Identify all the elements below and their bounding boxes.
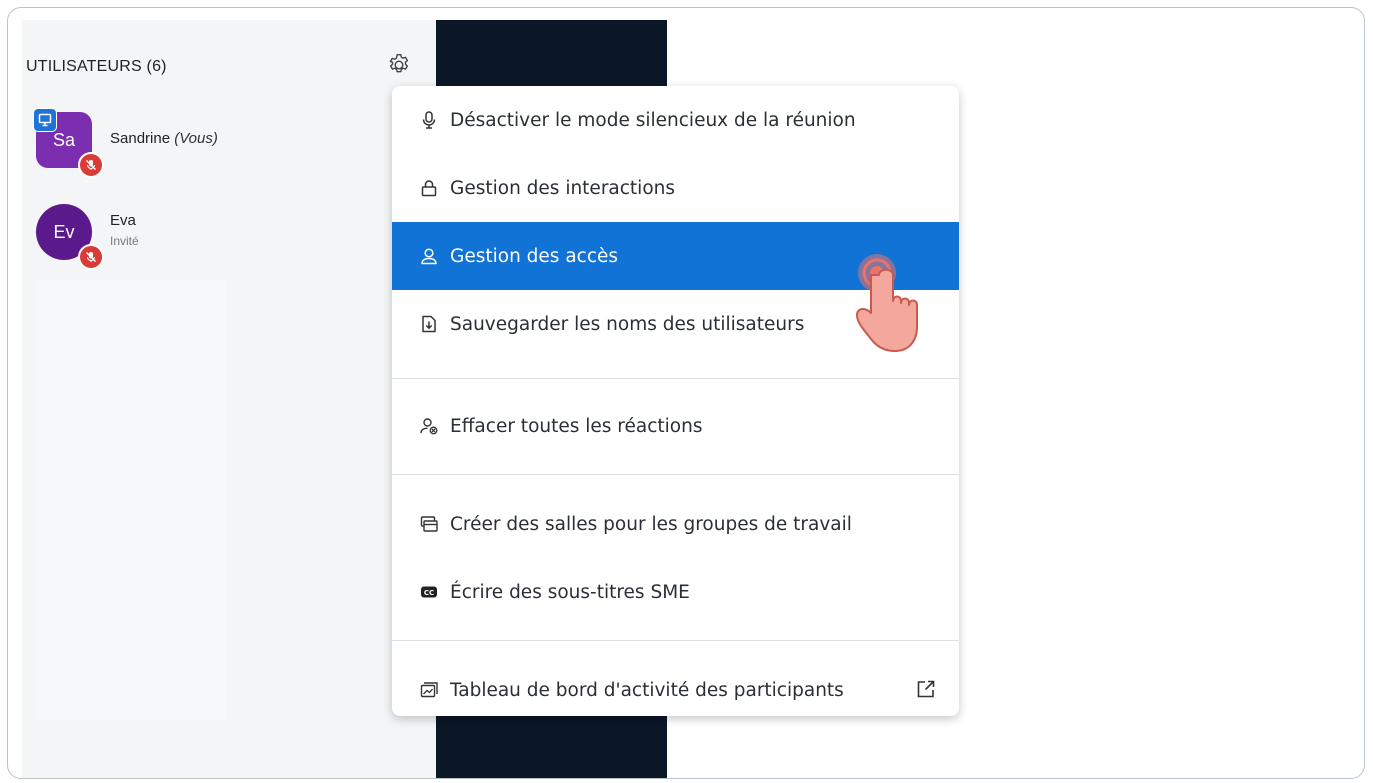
gear-icon[interactable] — [386, 52, 412, 78]
muted-badge — [78, 152, 104, 178]
menu-divider — [392, 378, 959, 379]
microphone-muted-icon — [86, 160, 96, 170]
user-list-item[interactable]: Sa Sandrine (Vous) — [33, 108, 396, 178]
menu-item-label: Tableau de bord d'activité des participa… — [450, 679, 844, 701]
closed-captions-icon: CC — [418, 581, 440, 603]
menu-item-write-captions[interactable]: CC Écrire des sous-titres SME — [392, 558, 959, 626]
menu-item-label: Gestion des interactions — [450, 177, 676, 199]
menu-item-label: Écrire des sous-titres SME — [450, 581, 690, 603]
user-clear-icon — [418, 415, 440, 437]
dashboard-icon — [418, 679, 440, 701]
microphone-muted-icon — [86, 252, 96, 262]
user-role: Invité — [110, 234, 139, 248]
presentation-icon — [38, 113, 52, 127]
user-list-item[interactable]: Ev Eva Invité — [36, 204, 396, 270]
users-panel-title: UTILISATEURS (6) — [26, 58, 167, 75]
menu-item-interaction-management[interactable]: Gestion des interactions — [392, 154, 959, 222]
screenshot-frame: UTILISATEURS (6) Sa Sandrine (Vous) Ev E… — [7, 7, 1365, 779]
user-name: Eva — [110, 212, 136, 229]
panel-background — [36, 280, 226, 720]
menu-item-label: Effacer toutes les réactions — [450, 415, 703, 437]
menu-item-unmute-meeting[interactable]: Désactiver le mode silencieux de la réun… — [392, 86, 959, 154]
download-file-icon — [418, 313, 440, 335]
external-link-icon[interactable] — [915, 678, 937, 700]
menu-item-access-management[interactable]: Gestion des accès — [392, 222, 959, 290]
avatar-initials: Ev — [53, 221, 75, 242]
user-icon — [418, 245, 440, 267]
settings-menu: Désactiver le mode silencieux de la réun… — [392, 86, 959, 716]
menu-divider — [392, 474, 959, 475]
presenter-badge — [33, 108, 57, 132]
svg-text:CC: CC — [424, 589, 434, 597]
menu-item-save-user-names[interactable]: Sauvegarder les noms des utilisateurs — [392, 290, 959, 358]
user-name: Sandrine (Vous) — [110, 130, 218, 147]
user-name-text: Sandrine — [110, 130, 171, 147]
microphone-icon — [418, 109, 440, 131]
menu-item-clear-reactions[interactable]: Effacer toutes les réactions — [392, 392, 959, 460]
rooms-icon — [418, 513, 440, 535]
menu-item-label: Sauvegarder les noms des utilisateurs — [450, 313, 805, 335]
lock-icon — [418, 177, 440, 199]
menu-item-label: Créer des salles pour les groupes de tra… — [450, 513, 852, 535]
menu-divider — [392, 640, 959, 641]
you-label: (Vous) — [174, 130, 218, 147]
muted-badge — [78, 244, 104, 270]
menu-item-create-breakout-rooms[interactable]: Créer des salles pour les groupes de tra… — [392, 490, 959, 558]
menu-item-label: Désactiver le mode silencieux de la réun… — [450, 109, 856, 131]
menu-item-label: Gestion des accès — [450, 245, 619, 267]
avatar-initials: Sa — [52, 129, 76, 150]
menu-item-activity-dashboard[interactable]: Tableau de bord d'activité des participa… — [392, 656, 959, 716]
